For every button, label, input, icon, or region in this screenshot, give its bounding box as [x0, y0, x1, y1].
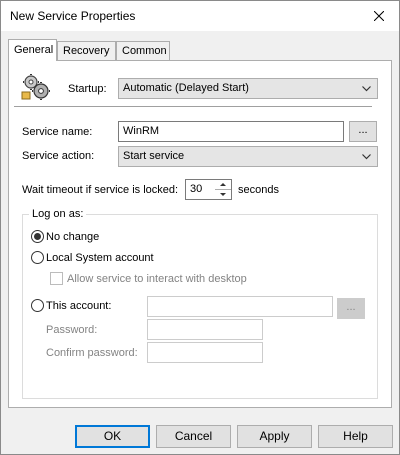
logon-group-label: Log on as: [29, 208, 87, 220]
wait-timeout-spinner[interactable] [215, 179, 232, 200]
this-account-label[interactable]: This account: [46, 300, 111, 312]
wait-timeout-value: 30 [190, 183, 203, 195]
tab-common[interactable]: Common [116, 41, 170, 60]
tab-general-label: General [14, 44, 54, 56]
spin-up-button[interactable] [215, 180, 231, 190]
local-system-label[interactable]: Local System account [46, 252, 154, 264]
service-name-input[interactable]: WinRM [118, 121, 344, 142]
service-browse-label: ... [358, 124, 368, 136]
tab-recovery[interactable]: Recovery [57, 41, 116, 60]
service-gears-icon [21, 74, 50, 100]
dialog-window: New Service Properties General Recovery … [0, 0, 400, 455]
separator [14, 106, 372, 107]
service-name-value: WinRM [123, 125, 160, 137]
title-bar[interactable]: New Service Properties [1, 1, 399, 31]
this-account-radio[interactable] [31, 299, 44, 312]
account-browse-button[interactable]: ... [337, 298, 365, 319]
spin-down-button[interactable] [215, 190, 231, 199]
apply-label: Apply [259, 429, 290, 443]
tab-common-label: Common [122, 45, 167, 57]
window-title: New Service Properties [10, 9, 136, 23]
password-input[interactable] [147, 319, 263, 340]
password-label: Password: [46, 324, 98, 336]
confirm-password-input[interactable] [147, 342, 263, 363]
cancel-button[interactable]: Cancel [156, 425, 231, 448]
no-change-label[interactable]: No change [46, 231, 99, 243]
service-action-dropdown[interactable]: Start service [118, 146, 378, 167]
ok-button[interactable]: OK [75, 425, 150, 448]
startup-dropdown[interactable]: Automatic (Delayed Start) [118, 78, 378, 99]
account-input[interactable] [147, 296, 333, 317]
wait-timeout-label: Wait timeout if service is locked: [22, 184, 179, 196]
local-system-radio[interactable] [31, 251, 44, 264]
chevron-down-icon [362, 86, 371, 92]
spin-up-icon [220, 183, 226, 186]
spin-down-icon [220, 193, 226, 196]
chevron-down-icon [362, 154, 371, 160]
interact-desktop-label: Allow service to interact with desktop [67, 273, 247, 285]
service-action-value: Start service [123, 150, 185, 162]
interact-desktop-checkbox[interactable] [50, 272, 63, 285]
tab-general[interactable]: General [8, 39, 57, 61]
service-action-label: Service action: [22, 150, 95, 162]
no-change-radio[interactable] [31, 230, 44, 243]
service-name-label: Service name: [22, 126, 93, 138]
apply-button[interactable]: Apply [237, 425, 312, 448]
tab-recovery-label: Recovery [63, 45, 110, 57]
confirm-password-label: Confirm password: [46, 347, 138, 359]
help-label: Help [343, 429, 368, 443]
close-icon [374, 11, 384, 21]
service-browse-button[interactable]: ... [349, 121, 377, 142]
wait-timeout-unit: seconds [238, 184, 279, 196]
startup-value: Automatic (Delayed Start) [123, 82, 249, 94]
cancel-label: Cancel [174, 429, 213, 443]
help-button[interactable]: Help [318, 425, 393, 448]
close-button[interactable] [359, 1, 399, 31]
ok-label: OK [103, 429, 122, 443]
wait-timeout-input[interactable]: 30 [185, 179, 216, 200]
startup-label: Startup: [68, 83, 107, 95]
account-browse-label: ... [346, 301, 356, 313]
